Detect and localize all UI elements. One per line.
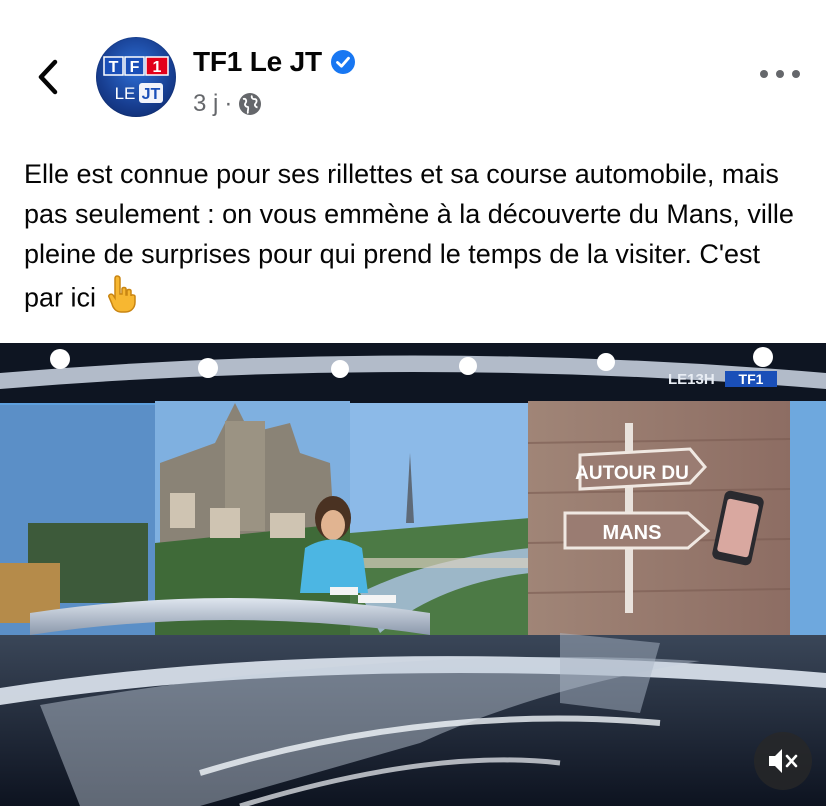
svg-text:T: T <box>109 59 119 76</box>
post-header: T F 1 LE JT TF1 Le JT 3 j · <box>0 0 826 140</box>
video-player[interactable]: LE13H TF1 AUTOUR DU MANS <box>0 343 826 806</box>
speaker-muted-icon <box>769 749 798 773</box>
video-frame: LE13H TF1 AUTOUR DU MANS <box>0 343 826 806</box>
sign-top: AUTOUR DU <box>575 463 689 484</box>
pointing-down-emoji: 👇 <box>106 274 138 325</box>
post-meta: 3 j · <box>193 90 262 118</box>
mute-button[interactable] <box>754 732 812 790</box>
channel-bug: LE13H <box>668 371 715 388</box>
sign-bottom: MANS <box>603 522 662 544</box>
svg-text:1: 1 <box>153 59 162 76</box>
globe-icon <box>239 93 262 115</box>
more-options-button[interactable] <box>760 62 800 86</box>
page-name[interactable]: TF1 Le JT <box>193 46 322 78</box>
post-message-text: Elle est connue pour ses rillettes et sa… <box>24 159 794 313</box>
more-dot <box>792 70 800 78</box>
post-time[interactable]: 3 j <box>193 90 218 118</box>
svg-text:TF1: TF1 <box>739 371 764 387</box>
verified-badge-icon <box>330 50 355 74</box>
svg-text:F: F <box>130 59 140 76</box>
svg-text:JT: JT <box>142 86 161 103</box>
tf1-logo: T F 1 LE JT <box>103 56 169 103</box>
page-avatar[interactable]: T F 1 LE JT <box>96 37 176 117</box>
svg-text:LE: LE <box>115 84 136 103</box>
back-button[interactable] <box>28 52 68 102</box>
more-horizontal-icon <box>760 70 768 78</box>
more-dot <box>776 70 784 78</box>
meta-separator: · <box>224 90 233 117</box>
post-message: Elle est connue pour ses rillettes et sa… <box>24 154 804 325</box>
chevron-left-icon <box>38 59 58 95</box>
page-name-row[interactable]: TF1 Le JT <box>193 46 356 78</box>
